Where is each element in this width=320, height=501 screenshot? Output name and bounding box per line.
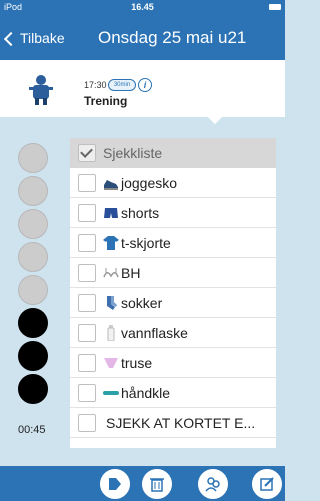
progress-circle bbox=[18, 374, 48, 404]
underwear-icon bbox=[104, 358, 118, 368]
checklist-item[interactable]: sokker bbox=[70, 288, 276, 318]
item-label: sokker bbox=[121, 295, 163, 311]
chevron-left-icon bbox=[3, 31, 19, 46]
people-icon bbox=[205, 477, 220, 492]
progress-circle bbox=[18, 341, 48, 371]
checklist-item[interactable]: t-skjorte bbox=[70, 228, 276, 258]
checklist-item[interactable]: SJEKK AT KORTET E... bbox=[70, 408, 276, 438]
checklist-item[interactable]: BH bbox=[70, 258, 276, 288]
checklist-item[interactable]: håndkle bbox=[70, 378, 276, 408]
event-title: Trening bbox=[84, 94, 128, 108]
item-checkbox[interactable] bbox=[78, 234, 96, 252]
item-label: BH bbox=[121, 265, 141, 281]
progress-circle bbox=[18, 176, 48, 206]
people-button[interactable] bbox=[198, 469, 228, 499]
checklist-item[interactable]: shorts bbox=[70, 198, 276, 228]
back-button-label: Tilbake bbox=[20, 30, 65, 46]
page-title: Onsdag 25 mai u21 bbox=[98, 28, 247, 47]
edit-icon bbox=[260, 477, 274, 491]
checklist-item[interactable]: vannflaske bbox=[70, 318, 276, 348]
progress-circle bbox=[18, 143, 48, 173]
delete-button[interactable] bbox=[142, 469, 172, 499]
avatar-icon bbox=[29, 75, 53, 105]
checklist-item[interactable]: truse bbox=[70, 348, 276, 378]
trash-icon bbox=[150, 478, 164, 492]
item-label: t-skjorte bbox=[121, 235, 171, 251]
progress-circle bbox=[18, 308, 48, 338]
event-time: 17:30 bbox=[84, 80, 107, 90]
bra-icon bbox=[103, 268, 119, 278]
item-checkbox[interactable] bbox=[78, 324, 96, 342]
puzzle-button[interactable] bbox=[100, 469, 130, 499]
battery-icon bbox=[269, 4, 281, 10]
towel-icon bbox=[103, 391, 119, 395]
checklist-item[interactable]: joggesko bbox=[70, 168, 276, 198]
progress-circle bbox=[18, 242, 48, 272]
countdown-timer: 00:45 bbox=[18, 424, 46, 436]
puzzle-icon bbox=[109, 478, 121, 490]
checklist-header: Sjekkliste bbox=[70, 138, 276, 168]
item-label: håndkle bbox=[121, 385, 171, 401]
back-button[interactable]: Tilbake bbox=[3, 30, 65, 46]
navigation-bar: Tilbake Onsdag 25 mai u21 bbox=[0, 16, 285, 60]
item-checkbox[interactable] bbox=[78, 354, 96, 372]
progress-circle bbox=[18, 275, 48, 305]
socks-icon bbox=[107, 296, 117, 310]
bottom-toolbar bbox=[0, 466, 285, 501]
item-checkbox[interactable] bbox=[78, 384, 96, 402]
item-checkbox[interactable] bbox=[78, 174, 96, 192]
bottle-icon bbox=[107, 325, 115, 341]
item-checkbox[interactable] bbox=[78, 204, 96, 222]
item-label: SJEKK AT KORTET E... bbox=[106, 415, 256, 431]
item-label: truse bbox=[121, 355, 153, 371]
item-checkbox[interactable] bbox=[78, 414, 96, 432]
item-label: shorts bbox=[121, 205, 160, 221]
item-label: joggesko bbox=[121, 175, 178, 191]
progress-circle bbox=[18, 209, 48, 239]
status-time: 16.45 bbox=[131, 2, 154, 12]
checklist-header-checkbox[interactable] bbox=[78, 144, 96, 162]
item-checkbox[interactable] bbox=[78, 264, 96, 282]
item-checkbox[interactable] bbox=[78, 294, 96, 312]
info-icon[interactable]: i bbox=[138, 78, 152, 92]
shorts-icon bbox=[104, 208, 118, 218]
edit-button[interactable] bbox=[252, 469, 282, 499]
item-label: vannflaske bbox=[121, 325, 188, 341]
duration-badge: 30min bbox=[108, 79, 136, 91]
shoe-icon bbox=[104, 180, 118, 190]
tshirt-icon bbox=[103, 236, 119, 250]
status-bar: iPod 16.45 bbox=[0, 0, 285, 16]
checklist-header-label: Sjekkliste bbox=[103, 145, 163, 161]
